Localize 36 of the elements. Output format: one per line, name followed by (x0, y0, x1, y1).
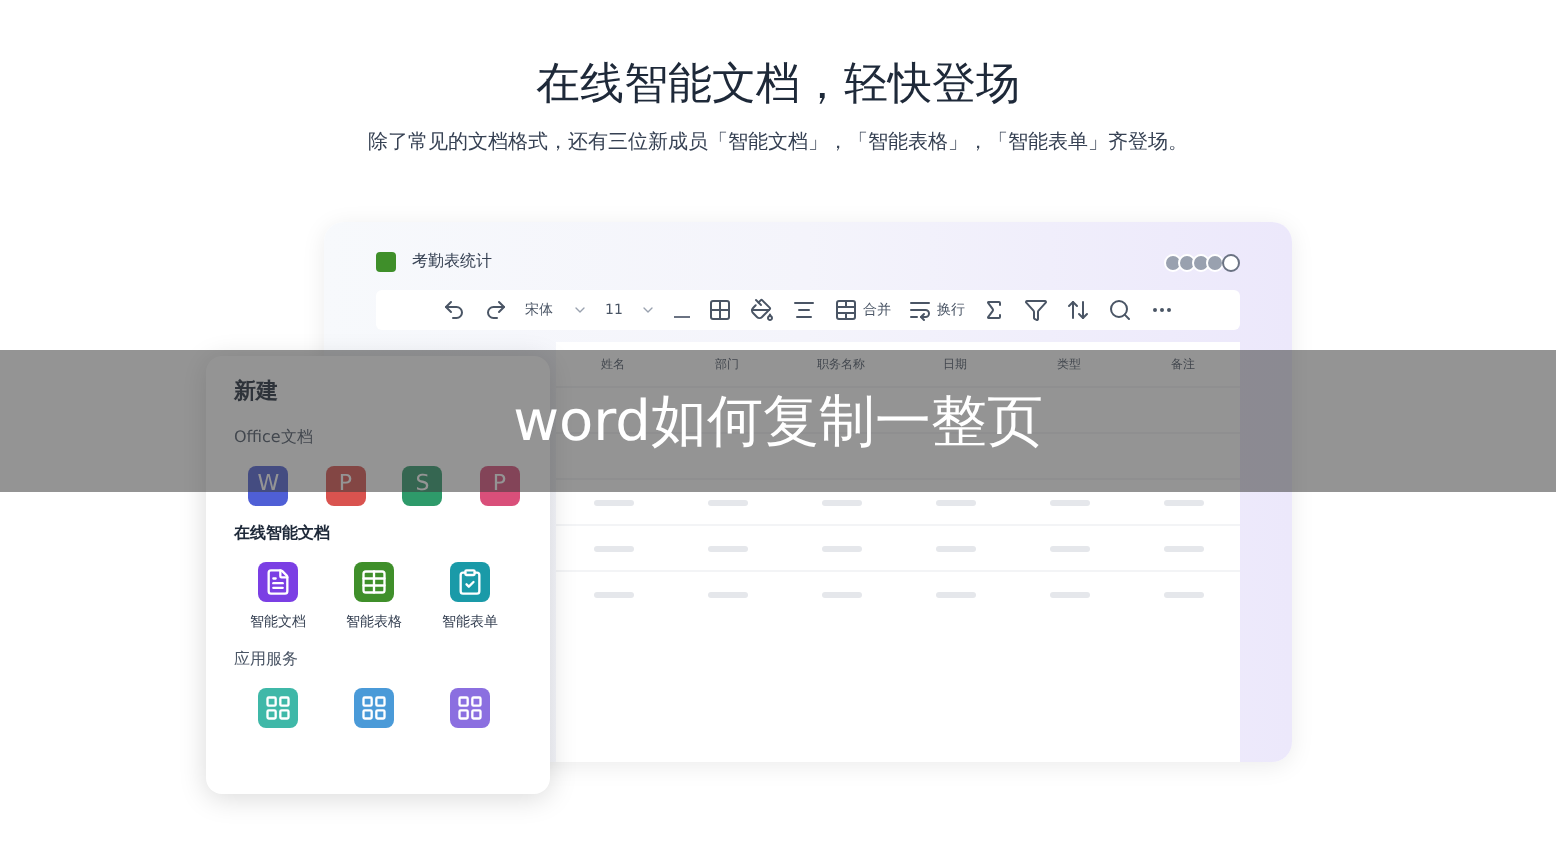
grid-icon (264, 694, 292, 722)
sort-icon[interactable] (1066, 298, 1091, 322)
app-tile[interactable] (258, 561, 298, 601)
wrap-text-icon (908, 298, 933, 322)
document-title: 考勤表统计 (412, 250, 492, 274)
undo-icon[interactable] (441, 298, 466, 322)
sum-icon[interactable] (982, 298, 1007, 322)
caret-icon (571, 302, 588, 318)
search-icon[interactable] (1108, 298, 1133, 322)
app-letter: P (492, 468, 507, 501)
clipboard-icon (456, 567, 484, 595)
page-heading: 在线智能文档，轻快登场 (536, 58, 1020, 114)
sheet-icon (376, 252, 396, 272)
fill-icon[interactable] (750, 298, 775, 322)
section-title: 应用服务 (234, 648, 300, 672)
border-icon[interactable] (708, 298, 733, 322)
align-icon[interactable] (792, 298, 817, 322)
app-letter: P (338, 468, 353, 501)
app-letter: W (257, 468, 280, 501)
section-title: 在线智能文档 (234, 521, 332, 545)
grid-icon (360, 694, 388, 722)
redo-icon[interactable] (483, 298, 508, 322)
caption-text: word如何复制一整页 (513, 385, 1043, 457)
filter-icon[interactable] (1024, 298, 1049, 322)
app-tile[interactable] (450, 561, 490, 601)
grid-icon (456, 694, 484, 722)
section-title: Office文档 (234, 425, 315, 449)
table-icon (360, 567, 388, 595)
avatar-group-drawing (1168, 253, 1240, 271)
document-icon (264, 567, 292, 595)
page-subtitle: 除了常见的文档格式，还有三位新成员「智能文档」，「智能表格」，「智能表单」齐登场。 (368, 129, 1188, 158)
merge-cells-icon (834, 298, 859, 322)
app-letter: S (415, 468, 430, 501)
panel-title: 新建 (234, 376, 280, 408)
app-tile[interactable] (354, 561, 394, 601)
caret-icon (640, 302, 657, 318)
